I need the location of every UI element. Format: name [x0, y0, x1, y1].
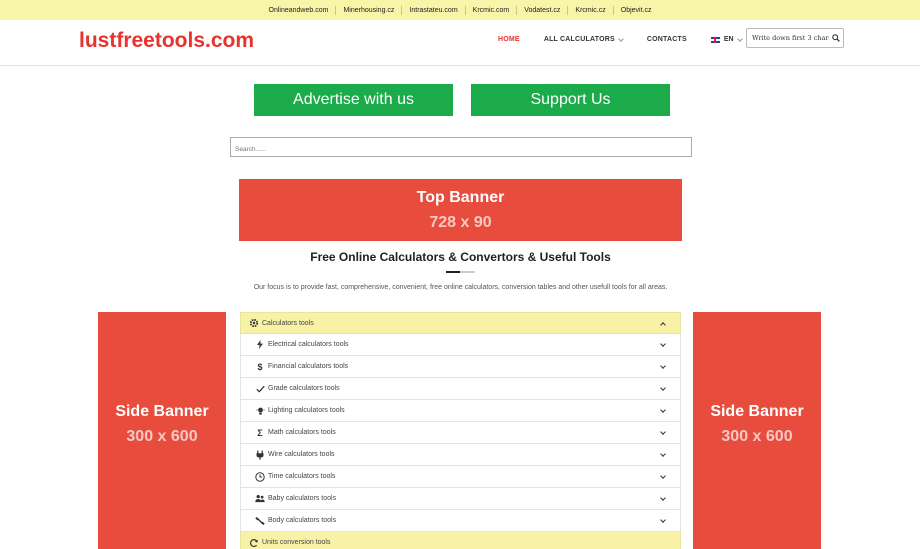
- header-search-input[interactable]: [747, 30, 829, 46]
- uk-flag-icon: [710, 36, 720, 43]
- bulb-icon: [255, 406, 265, 416]
- accordion-item-label: Math calculators tools: [268, 429, 336, 436]
- chevron-down-icon[interactable]: [660, 385, 666, 391]
- accordion-section-title: Calculators tools: [262, 319, 314, 327]
- accordion-item-label: Baby calculators tools: [268, 495, 337, 502]
- nav-all-calculators[interactable]: ALL CALCULATORS: [543, 35, 624, 43]
- search-icon[interactable]: [829, 29, 843, 47]
- accordion-units-conversion-tools[interactable]: Units conversion tools: [240, 532, 681, 549]
- top-banner-title: Top Banner: [416, 189, 505, 206]
- check-icon: [255, 384, 265, 394]
- side-banner-size: 300 x 600: [721, 428, 793, 445]
- top-link-krcmic-cz[interactable]: Krcmic.cz: [568, 5, 614, 15]
- accordion-item-grade[interactable]: Grade calculators tools: [240, 378, 681, 400]
- nav-contacts[interactable]: CONTACTS: [647, 36, 687, 43]
- refresh-icon: [248, 537, 259, 548]
- chevron-down-icon[interactable]: [660, 407, 666, 413]
- accordion-item-label: Time calculators tools: [268, 473, 336, 480]
- side-banner-size: 300 x 600: [126, 428, 198, 445]
- accordion-item-lighting[interactable]: Lighting calculators tools: [240, 400, 681, 422]
- tools-accordion: Calculators tools Electrical calculators…: [240, 312, 681, 549]
- top-banner-size: 728 x 90: [429, 214, 492, 231]
- chevron-down-icon: [618, 35, 624, 42]
- accordion-item-label: Financial calculators tools: [268, 363, 349, 370]
- focus-text: Our focus is to provide fast, comprehens…: [253, 284, 668, 291]
- accordion-item-math[interactable]: Σ Math calculators tools: [240, 422, 681, 444]
- header-search: [746, 28, 844, 48]
- support-button[interactable]: Support Us: [471, 84, 670, 116]
- dollar-icon: $: [257, 361, 263, 372]
- clock-icon: [255, 471, 265, 482]
- accordion-item-body[interactable]: Body calculators tools: [240, 510, 681, 532]
- chevron-down-icon: [736, 35, 743, 42]
- top-link-onlineandweb[interactable]: Onlineandweb.com: [262, 5, 337, 15]
- nav-home[interactable]: HOME: [498, 36, 520, 43]
- accordion-item-label: Body calculators tools: [268, 517, 337, 524]
- chevron-down-icon[interactable]: [660, 473, 666, 479]
- top-link-intrastateu[interactable]: Intrastateu.com: [402, 5, 466, 15]
- accordion-item-wire[interactable]: Wire calculators tools: [240, 444, 681, 466]
- top-banner[interactable]: Top Banner 728 x 90: [239, 179, 682, 241]
- top-link-objevit[interactable]: Objevit.cz: [614, 6, 659, 15]
- accordion-item-label: Grade calculators tools: [268, 385, 340, 392]
- nav-all-calculators-label: ALL CALCULATORS: [543, 36, 615, 43]
- top-link-vodatest[interactable]: Vodatest.cz: [517, 5, 569, 15]
- chevron-down-icon[interactable]: [660, 517, 666, 523]
- advertise-button[interactable]: Advertise with us: [254, 84, 453, 116]
- accordion-section-title: Units conversion tools: [262, 539, 331, 546]
- accordion-item-time[interactable]: Time calculators tools: [240, 466, 681, 488]
- dumbbell-icon: [255, 516, 265, 526]
- accordion-item-baby[interactable]: Baby calculators tools: [240, 488, 681, 510]
- chevron-down-icon[interactable]: [660, 363, 666, 369]
- language-selector[interactable]: EN: [710, 35, 743, 43]
- side-banner-title: Side Banner: [115, 403, 209, 420]
- plug-icon: [255, 450, 265, 460]
- side-banner-right[interactable]: Side Banner 300 x 600: [693, 312, 821, 549]
- chevron-down-icon[interactable]: [660, 341, 666, 347]
- sigma-icon: Σ: [257, 427, 263, 438]
- accordion-item-electrical[interactable]: Electrical calculators tools: [240, 334, 681, 356]
- side-banner-title: Side Banner: [710, 403, 804, 420]
- heading-divider-dark: [446, 271, 460, 273]
- page-heading: Free Online Calculators & Convertors & U…: [310, 250, 611, 264]
- gear-icon: [248, 318, 259, 329]
- lightning-icon: [255, 340, 265, 350]
- top-link-krcmic-com[interactable]: Krcmic.com: [466, 5, 518, 15]
- accordion-item-label: Lighting calculators tools: [268, 407, 345, 414]
- chevron-up-icon[interactable]: [660, 322, 666, 328]
- chevron-down-icon[interactable]: [660, 451, 666, 457]
- accordion-item-label: Wire calculators tools: [268, 451, 335, 458]
- side-banner-left[interactable]: Side Banner 300 x 600: [98, 312, 226, 549]
- language-label: EN: [723, 36, 734, 43]
- top-links-bar: Onlineandweb.com Minerhousing.cz Intrast…: [0, 0, 920, 20]
- top-link-minerhousing[interactable]: Minerhousing.cz: [336, 5, 403, 15]
- heading-divider-light: [460, 271, 475, 273]
- chevron-down-icon[interactable]: [660, 495, 666, 501]
- site-header: lustfreetools.com HOME ALL CALCULATORS C…: [0, 20, 920, 66]
- people-icon: [255, 494, 265, 504]
- chevron-down-icon[interactable]: [660, 429, 666, 435]
- site-logo[interactable]: lustfreetools.com: [79, 29, 254, 53]
- accordion-item-financial[interactable]: $ Financial calculators tools: [240, 356, 681, 378]
- accordion-item-label: Electrical calculators tools: [268, 341, 349, 348]
- main-search: [230, 137, 692, 159]
- main-nav: HOME ALL CALCULATORS CONTACTS EN: [498, 35, 743, 43]
- accordion-calculators-tools[interactable]: Calculators tools: [240, 312, 681, 334]
- main-search-input[interactable]: [231, 140, 691, 159]
